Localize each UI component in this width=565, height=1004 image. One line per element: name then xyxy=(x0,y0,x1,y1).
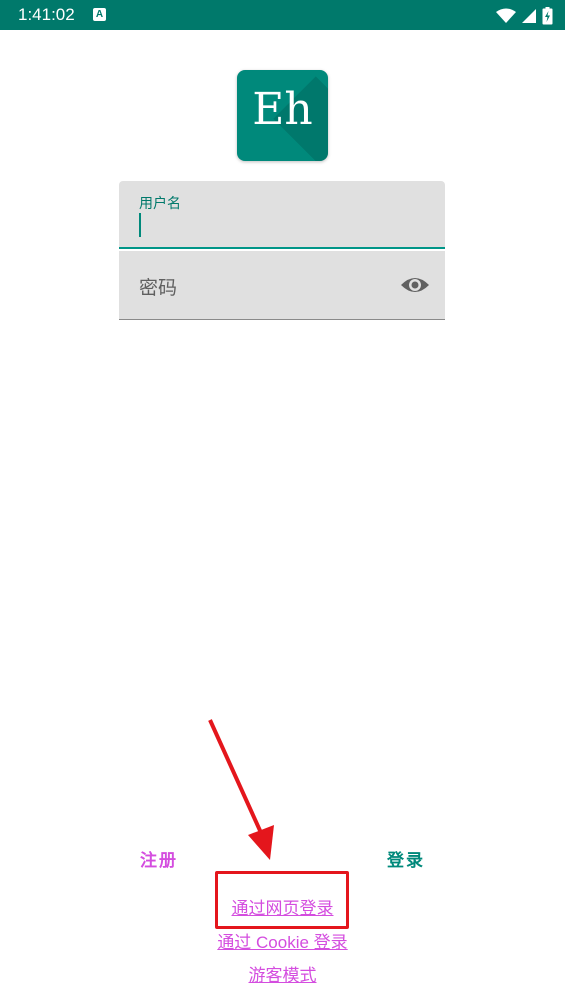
annotation-arrow xyxy=(208,719,274,860)
register-button[interactable]: 注册 xyxy=(140,846,178,871)
battery-charging-icon xyxy=(542,6,553,24)
signal-icon xyxy=(521,8,536,23)
text-cursor xyxy=(139,213,141,237)
notification-app-icon: A xyxy=(93,8,106,21)
username-field[interactable]: 用户名 xyxy=(119,181,445,249)
login-button[interactable]: 登录 xyxy=(387,846,425,871)
status-bar: 1:41:02 A xyxy=(0,0,565,30)
web-login-link[interactable]: 通过网页登录 xyxy=(0,894,565,919)
app-logo: Eh xyxy=(237,70,328,161)
password-field[interactable]: 密码 xyxy=(119,251,445,320)
password-label: 密码 xyxy=(139,278,178,299)
username-label: 用户名 xyxy=(139,195,181,211)
cookie-login-link[interactable]: 通过 Cookie 登录 xyxy=(0,928,565,953)
logo-text: Eh xyxy=(252,84,313,135)
status-time: 1:41:02 xyxy=(18,5,75,24)
login-screen: 1:41:02 A Eh 用户名 密码 注册 登录 通过网页登录 通过 Cook… xyxy=(0,0,565,1004)
wifi-icon xyxy=(495,8,516,23)
status-icons xyxy=(495,5,553,25)
eye-icon[interactable] xyxy=(400,273,430,297)
guest-mode-link[interactable]: 游客模式 xyxy=(0,961,565,986)
